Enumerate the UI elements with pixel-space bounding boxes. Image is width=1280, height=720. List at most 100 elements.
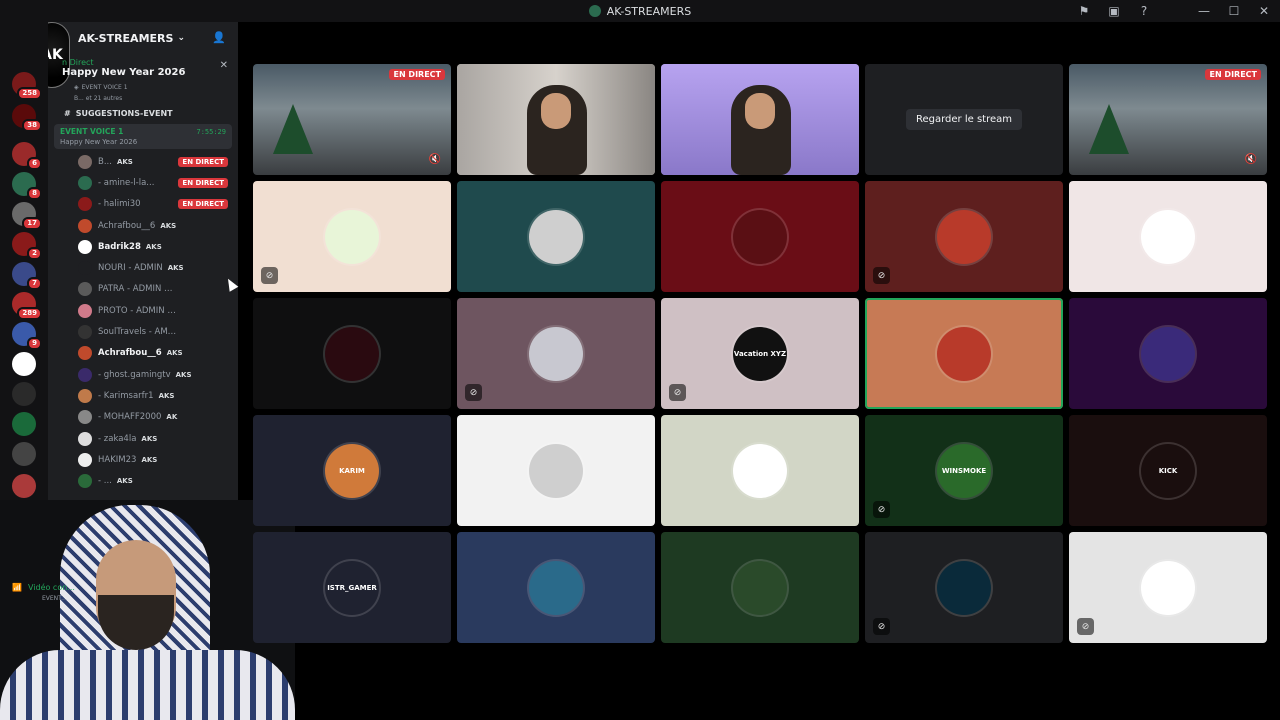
member-tag: AKS: [141, 434, 158, 443]
video-tile[interactable]: [457, 64, 655, 175]
volume-muted-icon[interactable]: 🔇: [1245, 154, 1257, 165]
volume-muted-icon[interactable]: 🔇: [429, 154, 441, 165]
unread-badge: 2: [27, 247, 42, 260]
member-tag: AKS: [116, 157, 133, 166]
participant-tile[interactable]: WINSMOKE ⊘: [865, 415, 1063, 526]
avatar: [78, 175, 92, 190]
server-icon[interactable]: 38: [12, 104, 42, 132]
server-header[interactable]: AK AK-STREAMERS ⌄ 👤: [48, 22, 238, 88]
avatar: [78, 388, 92, 403]
member-tag: AKS: [145, 242, 162, 251]
add-user-icon[interactable]: 👤: [212, 31, 226, 44]
video-tile[interactable]: 🔇 EN DIRECT: [1069, 64, 1267, 175]
voice-member[interactable]: PATRA - ADMIN HELPER: [48, 279, 238, 300]
participant-tile[interactable]: KARIM: [253, 415, 451, 526]
participant-tile[interactable]: [457, 532, 655, 643]
participant-tile[interactable]: [457, 181, 655, 292]
voice-member[interactable]: - ... AKS: [48, 470, 238, 491]
maximize-button[interactable]: ☐: [1226, 3, 1242, 19]
game-stream-video: [253, 64, 451, 175]
voice-member[interactable]: - zaka4la AKS: [48, 428, 238, 449]
participant-tile[interactable]: [457, 415, 655, 526]
participant-tile[interactable]: [1069, 298, 1267, 409]
server-icon[interactable]: 289: [12, 292, 42, 320]
video-tile[interactable]: 🔇 EN DIRECT: [253, 64, 451, 175]
muted-mic-icon: ⊘: [669, 384, 686, 401]
member-name: - halimi30: [98, 199, 141, 210]
participant-tile[interactable]: ISTR_GAMER: [253, 532, 451, 643]
participant-avatar: [529, 560, 583, 615]
muted-mic-icon: ⊘: [261, 267, 278, 284]
channel-suggestions[interactable]: # SUGGESTIONS-EVENT: [48, 104, 238, 122]
voice-member[interactable]: Badrik28 AKS: [48, 236, 238, 257]
voice-member[interactable]: SoulTravels - AMBASSAD...: [48, 321, 238, 342]
close-icon[interactable]: ✕: [220, 60, 228, 71]
participant-tile[interactable]: ⊘: [1069, 532, 1267, 643]
avatar: [78, 325, 92, 340]
member-name: PATRA - ADMIN HELPER: [98, 284, 178, 295]
participant-tile[interactable]: [1069, 181, 1267, 292]
hash-icon: #: [64, 108, 71, 118]
server-icon[interactable]: [12, 382, 36, 406]
server-icon[interactable]: 8: [12, 172, 42, 200]
voice-member[interactable]: - ghost.gamingtv AKS: [48, 364, 238, 385]
voice-member[interactable]: PROTO - ADMIN HELPER: [48, 300, 238, 321]
server-icon[interactable]: 258: [12, 72, 42, 100]
server-icon[interactable]: 7: [12, 262, 42, 290]
member-name: - zaka4la: [98, 433, 137, 444]
voice-member[interactable]: - Karimsarfr1 AKS: [48, 385, 238, 406]
participant-tile[interactable]: ⊘: [865, 532, 1063, 643]
participant-tile[interactable]: [253, 298, 451, 409]
muted-mic-icon: ⊘: [465, 384, 482, 401]
minimize-button[interactable]: —: [1196, 3, 1212, 19]
game-stream-video: [1069, 64, 1267, 175]
muted-mic-icon: ⊘: [1077, 618, 1094, 635]
participant-tile[interactable]: [661, 532, 859, 643]
voice-member[interactable]: - MOHAFF2000 AK: [48, 407, 238, 428]
server-icon[interactable]: [12, 442, 36, 466]
voice-member[interactable]: - halimi30 EN DIRECT: [48, 194, 238, 215]
screen-icon[interactable]: ▣: [1106, 3, 1122, 19]
event-banner[interactable]: n Direct Happy New Year 2026 ✕: [48, 54, 238, 82]
member-name: - ...: [98, 476, 112, 487]
help-icon[interactable]: ?: [1136, 3, 1152, 19]
close-button[interactable]: ✕: [1256, 3, 1272, 19]
participant-tile[interactable]: Vacation XYZ ⊘: [661, 298, 859, 409]
voice-channel-event[interactable]: EVENT VOICE 1 Happy New Year 2026 7:55:2…: [54, 124, 232, 149]
voice-member[interactable]: B... AKS EN DIRECT: [48, 151, 238, 172]
participant-tile[interactable]: KICK: [1069, 415, 1267, 526]
voice-member[interactable]: Achrafbou__6 AKS: [48, 215, 238, 236]
avatar-text: KARIM: [339, 466, 365, 475]
server-icon[interactable]: 6: [12, 142, 42, 170]
participant-tile[interactable]: [661, 181, 859, 292]
server-icon[interactable]: [12, 352, 36, 376]
participant-tile[interactable]: [661, 415, 859, 526]
voice-member[interactable]: NOURI - ADMIN AKS: [48, 257, 238, 278]
voice-member[interactable]: Achrafbou__6 AKS: [48, 343, 238, 364]
avatar: [78, 197, 92, 212]
server-icon[interactable]: 17: [12, 202, 42, 230]
watch-stream-button[interactable]: Regarder le stream: [905, 109, 1022, 130]
stream-preview-tile[interactable]: Regarder le stream: [865, 64, 1063, 175]
unread-badge: 289: [17, 307, 42, 320]
voice-channel-subtitle: Happy New Year 2026: [60, 138, 138, 146]
server-icon[interactable]: [12, 412, 36, 436]
voice-member[interactable]: - amine-l-la... EN DIRECT: [48, 172, 238, 193]
member-name: - MOHAFF2000: [98, 412, 162, 423]
member-name: Achrafbou__6: [98, 220, 156, 231]
server-icon[interactable]: [12, 474, 36, 498]
inbox-icon[interactable]: ⚑: [1076, 3, 1092, 19]
participant-tile[interactable]: ⊘: [457, 298, 655, 409]
participant-tile[interactable]: [865, 298, 1063, 409]
participant-tile[interactable]: ⊘: [253, 181, 451, 292]
member-name: - ghost.gamingtv: [98, 369, 171, 380]
server-icon[interactable]: 2: [12, 232, 42, 260]
avatar: [78, 154, 92, 169]
video-tile[interactable]: [661, 64, 859, 175]
event-participants: B... et 21 autres: [74, 95, 123, 102]
voice-member[interactable]: HAKIM23 AKS: [48, 449, 238, 470]
participant-tile[interactable]: ⊘: [865, 181, 1063, 292]
video-connection-status[interactable]: 📶 Vidéo con... EVENT...: [12, 583, 75, 602]
server-icon[interactable]: 9: [12, 322, 42, 350]
participant-avatar: KARIM: [325, 443, 379, 498]
